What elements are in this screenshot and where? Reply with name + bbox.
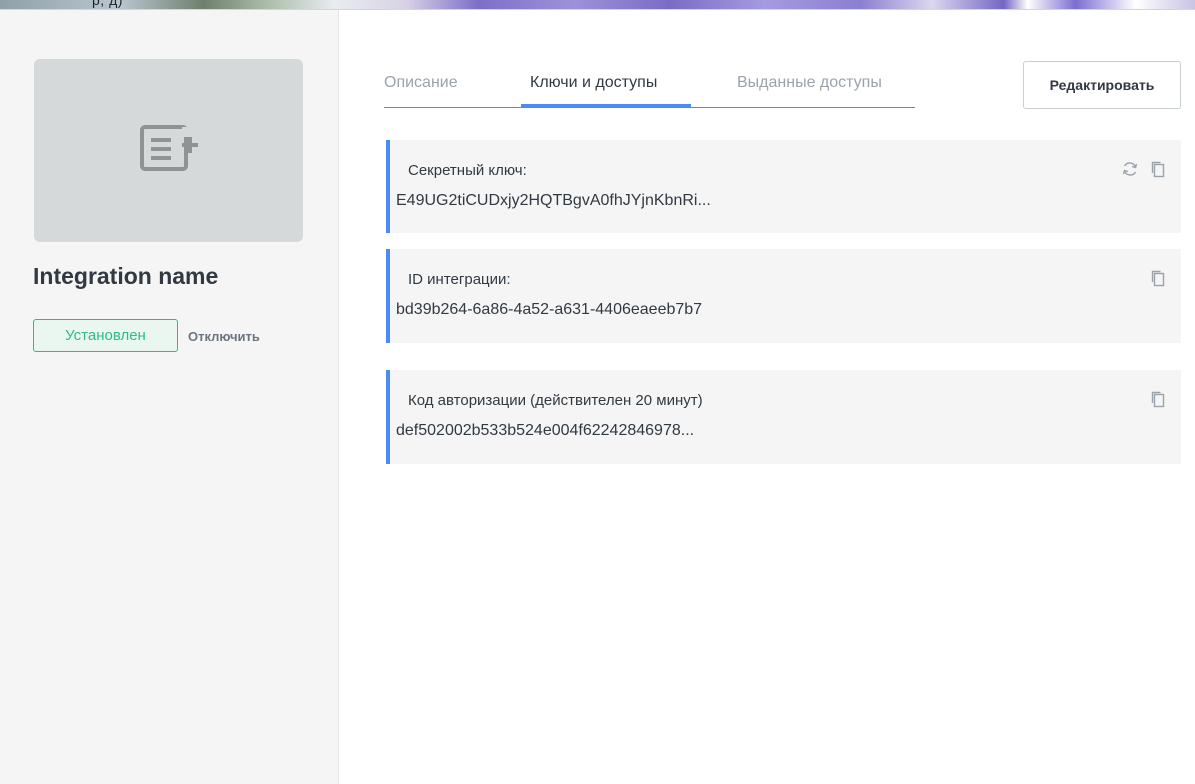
tabs-bar: Описание Ключи и доступы Выданные доступ… <box>384 71 915 108</box>
integration-id-card: ID интеграции: bd39b264-6a86-4a52-a631-4… <box>386 249 1181 343</box>
disable-link[interactable]: Отключить <box>188 329 260 344</box>
top-banner-text: р, д) <box>92 0 123 8</box>
integration-title: Integration name <box>33 263 219 289</box>
copy-icon[interactable] <box>1149 269 1167 287</box>
copy-icon[interactable] <box>1149 390 1167 408</box>
secret-key-label: Секретный ключ: <box>408 162 527 179</box>
auth-code-label: Код авторизации (действителен 20 минут) <box>408 392 703 409</box>
copy-icon[interactable] <box>1149 160 1167 178</box>
tab-granted-access[interactable]: Выданные доступы <box>737 74 882 92</box>
status-badge-installed: Установлен <box>33 319 178 352</box>
tab-description[interactable]: Описание <box>384 74 458 92</box>
integration-id-label: ID интеграции: <box>408 271 511 288</box>
integration-id-value: bd39b264-6a86-4a52-a631-4406eaeeb7b7 <box>396 301 703 318</box>
secret-key-value: E49UG2tiCUDxjy2HQTBgvA0fhJYjnKbnRi... <box>396 192 711 209</box>
integration-sidebar: Integration name Установлен Отключить <box>0 10 339 784</box>
auth-code-card: Код авторизации (действителен 20 минут) … <box>386 370 1181 464</box>
add-list-icon <box>138 123 200 178</box>
top-banner-strip: р, д) <box>0 0 1195 10</box>
integration-logo <box>34 59 303 242</box>
refresh-icon[interactable] <box>1121 160 1139 178</box>
auth-code-value: def502002b533b524e004f62242846978... <box>396 422 695 439</box>
active-tab-indicator <box>521 104 691 108</box>
secret-key-card: Секретный ключ: E49UG2tiCUDxjy2HQTBgvA0f… <box>386 140 1181 233</box>
edit-button[interactable]: Редактировать <box>1023 61 1181 109</box>
tab-keys-access[interactable]: Ключи и доступы <box>530 74 657 92</box>
